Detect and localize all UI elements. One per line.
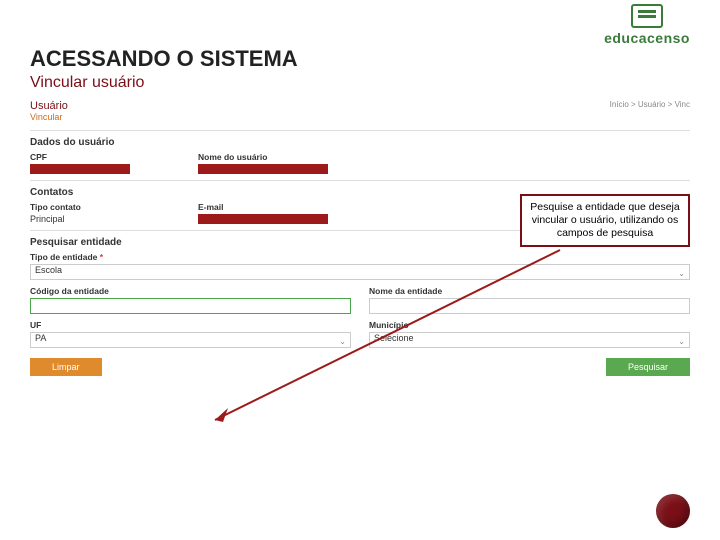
- uf-label: UF: [30, 320, 351, 330]
- section-dados-heading: Dados do usuário: [30, 137, 690, 148]
- cpf-label: CPF: [30, 152, 180, 162]
- nome-entidade-input[interactable]: [369, 298, 690, 314]
- brand-icon: [631, 4, 663, 28]
- panel-subtitle: Vincular: [30, 112, 690, 122]
- tipo-contato-value: Principal: [30, 214, 65, 224]
- panel-title: Usuário: [30, 100, 690, 112]
- codigo-entidade-label: Código da entidade: [30, 286, 351, 296]
- codigo-entidade-input[interactable]: [30, 298, 351, 314]
- email-value-redacted: [198, 214, 328, 224]
- tipo-entidade-select[interactable]: Escola ⌄: [30, 264, 690, 280]
- chevron-down-icon: ⌄: [678, 269, 685, 278]
- nome-usuario-label: Nome do usuário: [198, 152, 690, 162]
- tipo-entidade-label: Tipo de entidade *: [30, 252, 690, 262]
- municipio-label: Município: [369, 320, 690, 330]
- pesquisar-button[interactable]: Pesquisar: [606, 358, 690, 376]
- nome-usuario-value-redacted: [198, 164, 328, 174]
- page-subtitle: Vincular usuário: [30, 74, 690, 92]
- uf-value: PA: [35, 333, 46, 343]
- brand-name: educacenso: [604, 30, 690, 46]
- tipo-entidade-value: Escola: [35, 265, 62, 275]
- uf-select[interactable]: PA ⌄: [30, 332, 351, 348]
- page-title: ACESSANDO O SISTEMA: [30, 46, 690, 72]
- limpar-button[interactable]: Limpar: [30, 358, 102, 376]
- cpf-value-redacted: [30, 164, 130, 174]
- nome-entidade-label: Nome da entidade: [369, 286, 690, 296]
- tipo-contato-label: Tipo contato: [30, 202, 180, 212]
- callout-box: Pesquise a entidade que deseja vincular …: [520, 194, 690, 247]
- slide-page-indicator: [656, 494, 690, 528]
- chevron-down-icon: ⌄: [339, 337, 346, 346]
- breadcrumb: Início > Usuário > Vinc: [610, 100, 690, 109]
- municipio-value: Selecione: [374, 333, 414, 343]
- chevron-down-icon: ⌄: [678, 337, 685, 346]
- municipio-select[interactable]: Selecione ⌄: [369, 332, 690, 348]
- brand-logo: educacenso: [604, 4, 690, 46]
